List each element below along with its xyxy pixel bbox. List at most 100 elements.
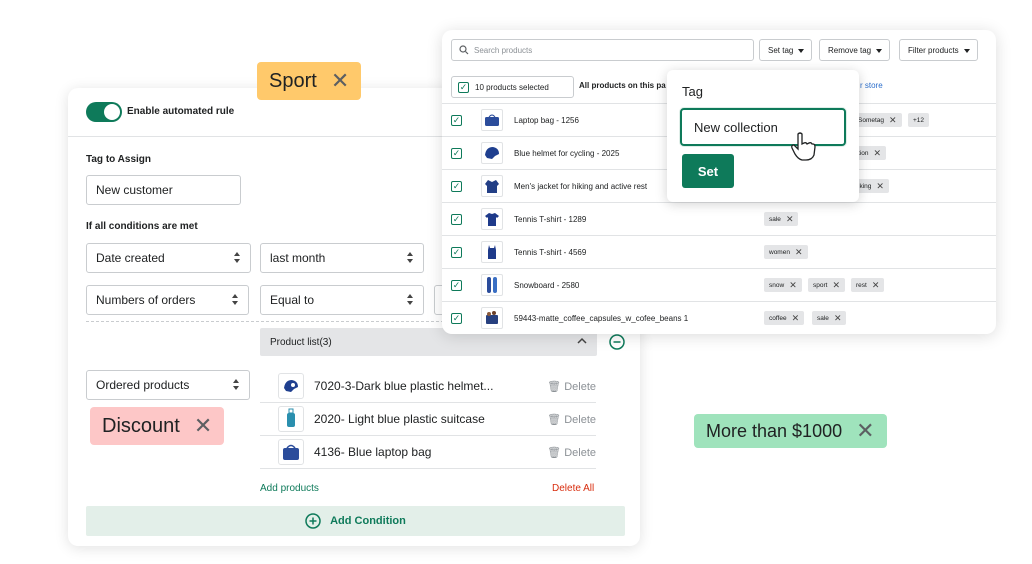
tag-label: women bbox=[769, 248, 790, 256]
bag-icon bbox=[278, 439, 304, 465]
checkbox-checked-icon[interactable]: ✓ bbox=[451, 247, 462, 258]
close-icon[interactable]: ✕ bbox=[331, 70, 349, 92]
set-tag-popover: Tag New collection Set bbox=[667, 70, 859, 202]
bag-icon bbox=[481, 109, 503, 131]
select-value: Date created bbox=[96, 251, 165, 265]
close-icon[interactable]: ✕ bbox=[876, 181, 884, 191]
suitcase-icon bbox=[278, 406, 304, 432]
tag-chip: women ✕ bbox=[764, 245, 808, 259]
tag-input[interactable]: New collection bbox=[680, 108, 846, 146]
checkbox-checked-icon[interactable]: ✓ bbox=[451, 115, 462, 126]
select-value: Numbers of orders bbox=[96, 293, 196, 307]
snowboard-icon bbox=[481, 274, 503, 296]
product-name: Men's jacket for hiking and active rest bbox=[514, 182, 648, 191]
select-all-control[interactable]: ✓ 10 products selected bbox=[451, 76, 574, 98]
delete-product-button[interactable]: 🗑 Delete bbox=[547, 413, 596, 426]
add-products-link[interactable]: Add products bbox=[260, 483, 319, 494]
tag-chip: sale ✕ bbox=[812, 311, 847, 325]
close-icon[interactable]: ✕ bbox=[194, 415, 212, 437]
product-name: Blue helmet for cycling - 2025 bbox=[514, 149, 620, 158]
checkbox-checked-icon[interactable]: ✓ bbox=[451, 181, 462, 192]
tag-label: coffee bbox=[769, 314, 787, 322]
checkbox-checked-icon[interactable]: ✓ bbox=[451, 214, 462, 225]
product-list-item: 7020-3-Dark blue plastic helmet... 🗑 Del… bbox=[260, 370, 596, 403]
close-icon[interactable]: ✕ bbox=[872, 280, 880, 290]
tag-input[interactable]: New customer bbox=[86, 175, 241, 205]
product-list-item: 2020- Light blue plastic suitcase 🗑 Dele… bbox=[260, 403, 596, 436]
add-condition-label: Add Condition bbox=[330, 515, 406, 527]
more-tags-chip[interactable]: +12 bbox=[908, 113, 930, 127]
checkbox-checked-icon[interactable]: ✓ bbox=[458, 81, 469, 93]
checkbox-checked-icon[interactable]: ✓ bbox=[451, 280, 462, 291]
popover-tag-label: Tag bbox=[682, 84, 703, 99]
product-name: 59443-matte_coffee_capsules_w_cofee_bean… bbox=[514, 314, 689, 323]
search-placeholder: Search products bbox=[474, 45, 533, 55]
delete-product-button[interactable]: 🗑 Delete bbox=[547, 446, 596, 459]
tag-chip: sport ✕ bbox=[808, 278, 845, 292]
filter-products-button[interactable]: Filter products bbox=[899, 39, 978, 61]
button-label: Remove tag bbox=[828, 45, 872, 55]
checkbox-checked-icon[interactable]: ✓ bbox=[451, 148, 462, 159]
close-icon[interactable]: ✕ bbox=[786, 214, 794, 224]
close-icon[interactable]: ✕ bbox=[873, 148, 881, 158]
product-row[interactable]: ✓ 59443-matte_coffee_capsules_w_cofee_be… bbox=[442, 301, 996, 334]
delete-all-link[interactable]: Delete All bbox=[552, 483, 594, 494]
automated-rule-toggle[interactable] bbox=[86, 102, 122, 122]
sport-tag-pill: Sport ✕ bbox=[257, 62, 362, 100]
tag-label: sale bbox=[817, 314, 829, 322]
remove-condition-icon[interactable] bbox=[609, 334, 625, 350]
product-row[interactable]: ✓ Snowboard - 2580 snow ✕ sport ✕ rest ✕ bbox=[442, 268, 996, 301]
toggle-label: Enable automated rule bbox=[127, 106, 235, 117]
discount-tag-pill: Discount ✕ bbox=[90, 407, 225, 445]
product-list-title: Product list(3) bbox=[270, 336, 332, 348]
tag-label: tion bbox=[858, 149, 869, 157]
tag-label: sale bbox=[769, 215, 781, 223]
product-name: Laptop bag - 1256 bbox=[514, 116, 579, 125]
product-row[interactable]: ✓ Tennis T-shirt - 4569 women ✕ bbox=[442, 235, 996, 268]
close-icon[interactable]: ✕ bbox=[792, 313, 800, 323]
product-name: 7020-3-Dark blue plastic helmet... bbox=[314, 379, 494, 393]
delete-label: Delete bbox=[564, 413, 596, 426]
close-icon[interactable]: ✕ bbox=[889, 115, 897, 125]
search-input[interactable]: Search products bbox=[451, 39, 754, 61]
condition-field-select-3[interactable]: Ordered products bbox=[86, 370, 250, 400]
product-name: Tennis T-shirt - 4569 bbox=[514, 248, 587, 257]
condition-value-select-1[interactable]: last month bbox=[260, 243, 424, 273]
tag-input-value: New collection bbox=[694, 119, 778, 135]
tag-label: +12 bbox=[913, 116, 925, 124]
plus-circle-icon bbox=[305, 513, 321, 529]
tag-chip: coffee ✕ bbox=[764, 311, 805, 325]
select-value: Equal to bbox=[270, 293, 315, 307]
set-tag-button[interactable]: Set tag bbox=[759, 39, 813, 61]
close-icon[interactable]: ✕ bbox=[856, 420, 874, 442]
select-all-store-link[interactable]: r store bbox=[860, 81, 883, 90]
pill-label: Sport bbox=[269, 69, 317, 92]
add-condition-button[interactable]: Add Condition bbox=[86, 506, 625, 536]
remove-tag-button[interactable]: Remove tag bbox=[819, 39, 891, 61]
tag-to-assign-label: Tag to Assign bbox=[86, 154, 151, 165]
tag-label: Sometag bbox=[858, 116, 885, 124]
close-icon[interactable]: ✕ bbox=[832, 280, 840, 290]
coffee-icon bbox=[481, 307, 503, 329]
tag-label: snow bbox=[769, 281, 785, 289]
close-icon[interactable]: ✕ bbox=[834, 313, 842, 323]
search-icon bbox=[459, 45, 469, 55]
set-button-label: Set bbox=[697, 163, 719, 179]
jacket-icon bbox=[481, 175, 503, 197]
button-label: Filter products bbox=[908, 45, 959, 55]
product-row[interactable]: ✓ Tennis T-shirt - 1289 sale ✕ bbox=[442, 202, 996, 235]
hand-cursor-icon bbox=[791, 132, 816, 161]
tag-input-value: New customer bbox=[96, 183, 173, 197]
tag-chip: Sometag ✕ bbox=[853, 113, 902, 127]
chevron-up-icon[interactable] bbox=[577, 337, 587, 344]
condition-field-select-1[interactable]: Date created bbox=[86, 243, 251, 273]
checkbox-checked-icon[interactable]: ✓ bbox=[451, 313, 462, 324]
set-button[interactable]: Set bbox=[682, 154, 734, 188]
close-icon[interactable]: ✕ bbox=[795, 247, 803, 257]
button-label: Set tag bbox=[768, 45, 794, 55]
delete-product-button[interactable]: 🗑 Delete bbox=[547, 380, 596, 393]
price-tag-pill: More than $1000 ✕ bbox=[694, 414, 887, 448]
close-icon[interactable]: ✕ bbox=[789, 280, 797, 290]
condition-operator-select-2[interactable]: Equal to bbox=[260, 285, 424, 315]
condition-field-select-2[interactable]: Numbers of orders bbox=[86, 285, 249, 315]
